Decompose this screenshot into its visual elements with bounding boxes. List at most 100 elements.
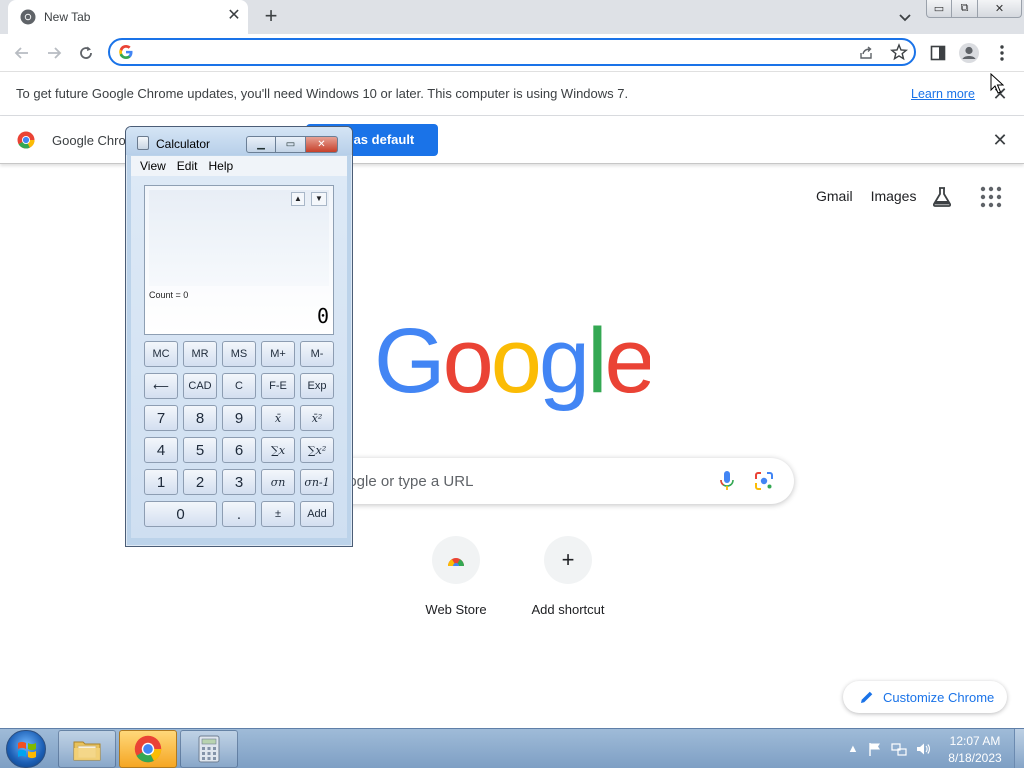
bookmark-star-icon[interactable] [890,43,908,61]
start-button[interactable] [6,730,46,768]
calc-key-f-e[interactable]: F-E [261,373,295,399]
history-up-arrow-icon[interactable]: ▲ [291,192,305,206]
tab-search-chevron-icon[interactable] [896,9,914,27]
calc-key-m-plus[interactable]: M+ [261,341,295,367]
shortcut-label: Add shortcut [531,602,605,617]
calc-key-sigma-n-1[interactable]: σn-1 [300,469,334,495]
update-infobar: To get future Google Chrome updates, you… [0,72,1024,116]
reload-icon[interactable] [76,43,96,63]
mouse-cursor-icon [990,73,1004,94]
forward-arrow-icon[interactable] [44,43,64,63]
labs-flask-icon[interactable] [930,185,954,209]
side-panel-icon[interactable] [928,43,948,63]
address-bar[interactable] [108,38,916,66]
shortcut-label: Web Store [425,602,487,617]
menu-help[interactable]: Help [208,159,233,173]
clock-time[interactable]: 12:07 AM [943,734,1007,748]
show-desktop-button[interactable] [1014,729,1024,768]
back-arrow-icon[interactable] [12,43,32,63]
calc-key-cad[interactable]: CAD [183,373,217,399]
history-down-arrow-icon[interactable]: ▼ [311,192,327,206]
calculator-display: ▲ ▼ Count = 0 0 [144,185,334,335]
customize-chrome-label: Customize Chrome [883,690,995,705]
tab-new-tab[interactable]: New Tab ✕ [8,0,248,34]
calc-key-3[interactable]: 3 [222,469,256,495]
calculator-menu-bar: View Edit Help [131,156,347,176]
calc-key-mean-sq[interactable]: x̄² [300,405,334,431]
show-hidden-icons-arrow-icon[interactable]: ▲ [845,741,861,757]
explorer-task[interactable] [58,730,116,768]
tab-title: New Tab [44,10,91,24]
calc-key-m-minus[interactable]: M- [300,341,334,367]
calc-key-sum-x2[interactable]: ∑x² [300,437,334,463]
close-window-button[interactable]: ✕ [978,0,1022,18]
calc-key-4[interactable]: 4 [144,437,178,463]
calc-key-backspace[interactable]: ⟵ [144,373,178,399]
google-lens-icon[interactable] [754,471,774,491]
calculator-close-button[interactable]: ✕ [306,136,338,153]
calc-key-1[interactable]: 1 [144,469,178,495]
calc-key-mr[interactable]: MR [183,341,217,367]
calculator-titlebar[interactable]: Calculator ▁ ▭ ✕ [126,127,352,155]
search-placeholder: oogle or type a URL [340,473,474,490]
action-center-flag-icon[interactable] [867,741,883,757]
calc-key-0[interactable]: 0 [144,501,217,527]
calc-key-ms[interactable]: MS [222,341,256,367]
calc-key-mean[interactable]: x̄ [261,405,295,431]
customize-chrome-button[interactable]: Customize Chrome [843,681,1007,713]
new-tab-button[interactable]: + [260,5,282,27]
calculator-maximize-button[interactable]: ▭ [276,136,306,153]
calc-key-exp[interactable]: Exp [300,373,334,399]
calc-key-6[interactable]: 6 [222,437,256,463]
chrome-task[interactable] [119,730,177,768]
minimize-button[interactable]: ▭ [926,0,952,18]
calc-key-7[interactable]: 7 [144,405,178,431]
calc-key-sum-x[interactable]: ∑x [261,437,295,463]
default-infobar-close-icon[interactable]: ✕ [990,130,1010,150]
calc-key-9[interactable]: 9 [222,405,256,431]
images-link[interactable]: Images [871,188,917,204]
calc-key-8[interactable]: 8 [183,405,217,431]
calc-key-decimal[interactable]: . [222,501,256,527]
window-controls: ▭ ⧉ ✕ [926,0,1022,18]
menu-edit[interactable]: Edit [177,159,198,173]
browser-toolbar [0,34,1024,72]
calculator-icon [198,735,220,763]
calc-key-5[interactable]: 5 [183,437,217,463]
plus-icon: + [544,536,592,584]
learn-more-link[interactable]: Learn more [911,87,975,101]
calc-key-sigma-n[interactable]: σn [261,469,295,495]
windows-taskbar: ▲ 12:07 AM 8/18/2023 [0,728,1024,768]
restore-button[interactable]: ⧉ [952,0,978,18]
calculator-window-controls: ▁ ▭ ✕ [246,136,338,153]
google-apps-icon[interactable] [980,186,1002,208]
menu-kebab-icon[interactable] [992,43,1012,63]
svg-text:Google: Google [374,318,650,412]
folder-icon [73,741,101,761]
clock-date[interactable]: 8/18/2023 [943,751,1007,765]
system-tray: ▲ 12:07 AM 8/18/2023 [845,729,1024,768]
shortcut-web-store[interactable]: Web Store [400,536,512,617]
chrome-icon [134,735,162,763]
calc-key-plus-minus[interactable]: ± [261,501,295,527]
shortcut-add[interactable]: + Add shortcut [512,536,624,617]
pencil-icon [861,691,873,703]
gmail-link[interactable]: Gmail [816,188,853,204]
calculator-task[interactable] [180,730,238,768]
calculator-window: Calculator ▁ ▭ ✕ View Edit Help ▲ ▼ Coun… [125,126,353,547]
web-store-icon [432,536,480,584]
voice-search-mic-icon[interactable] [718,470,736,492]
ntp-search-box[interactable]: oogle or type a URL [318,458,794,504]
calc-key-clear[interactable]: C [222,373,256,399]
calc-key-add[interactable]: Add [300,501,334,527]
calculator-minimize-button[interactable]: ▁ [246,136,276,153]
calculator-app-icon [137,136,149,150]
tab-close-icon[interactable]: ✕ [224,6,244,26]
calc-key-mc[interactable]: MC [144,341,178,367]
profile-avatar-icon[interactable] [958,42,980,64]
network-icon[interactable] [891,741,907,757]
volume-speaker-icon[interactable] [915,741,931,757]
share-icon[interactable] [858,44,874,60]
calc-key-2[interactable]: 2 [183,469,217,495]
menu-view[interactable]: View [140,159,166,173]
